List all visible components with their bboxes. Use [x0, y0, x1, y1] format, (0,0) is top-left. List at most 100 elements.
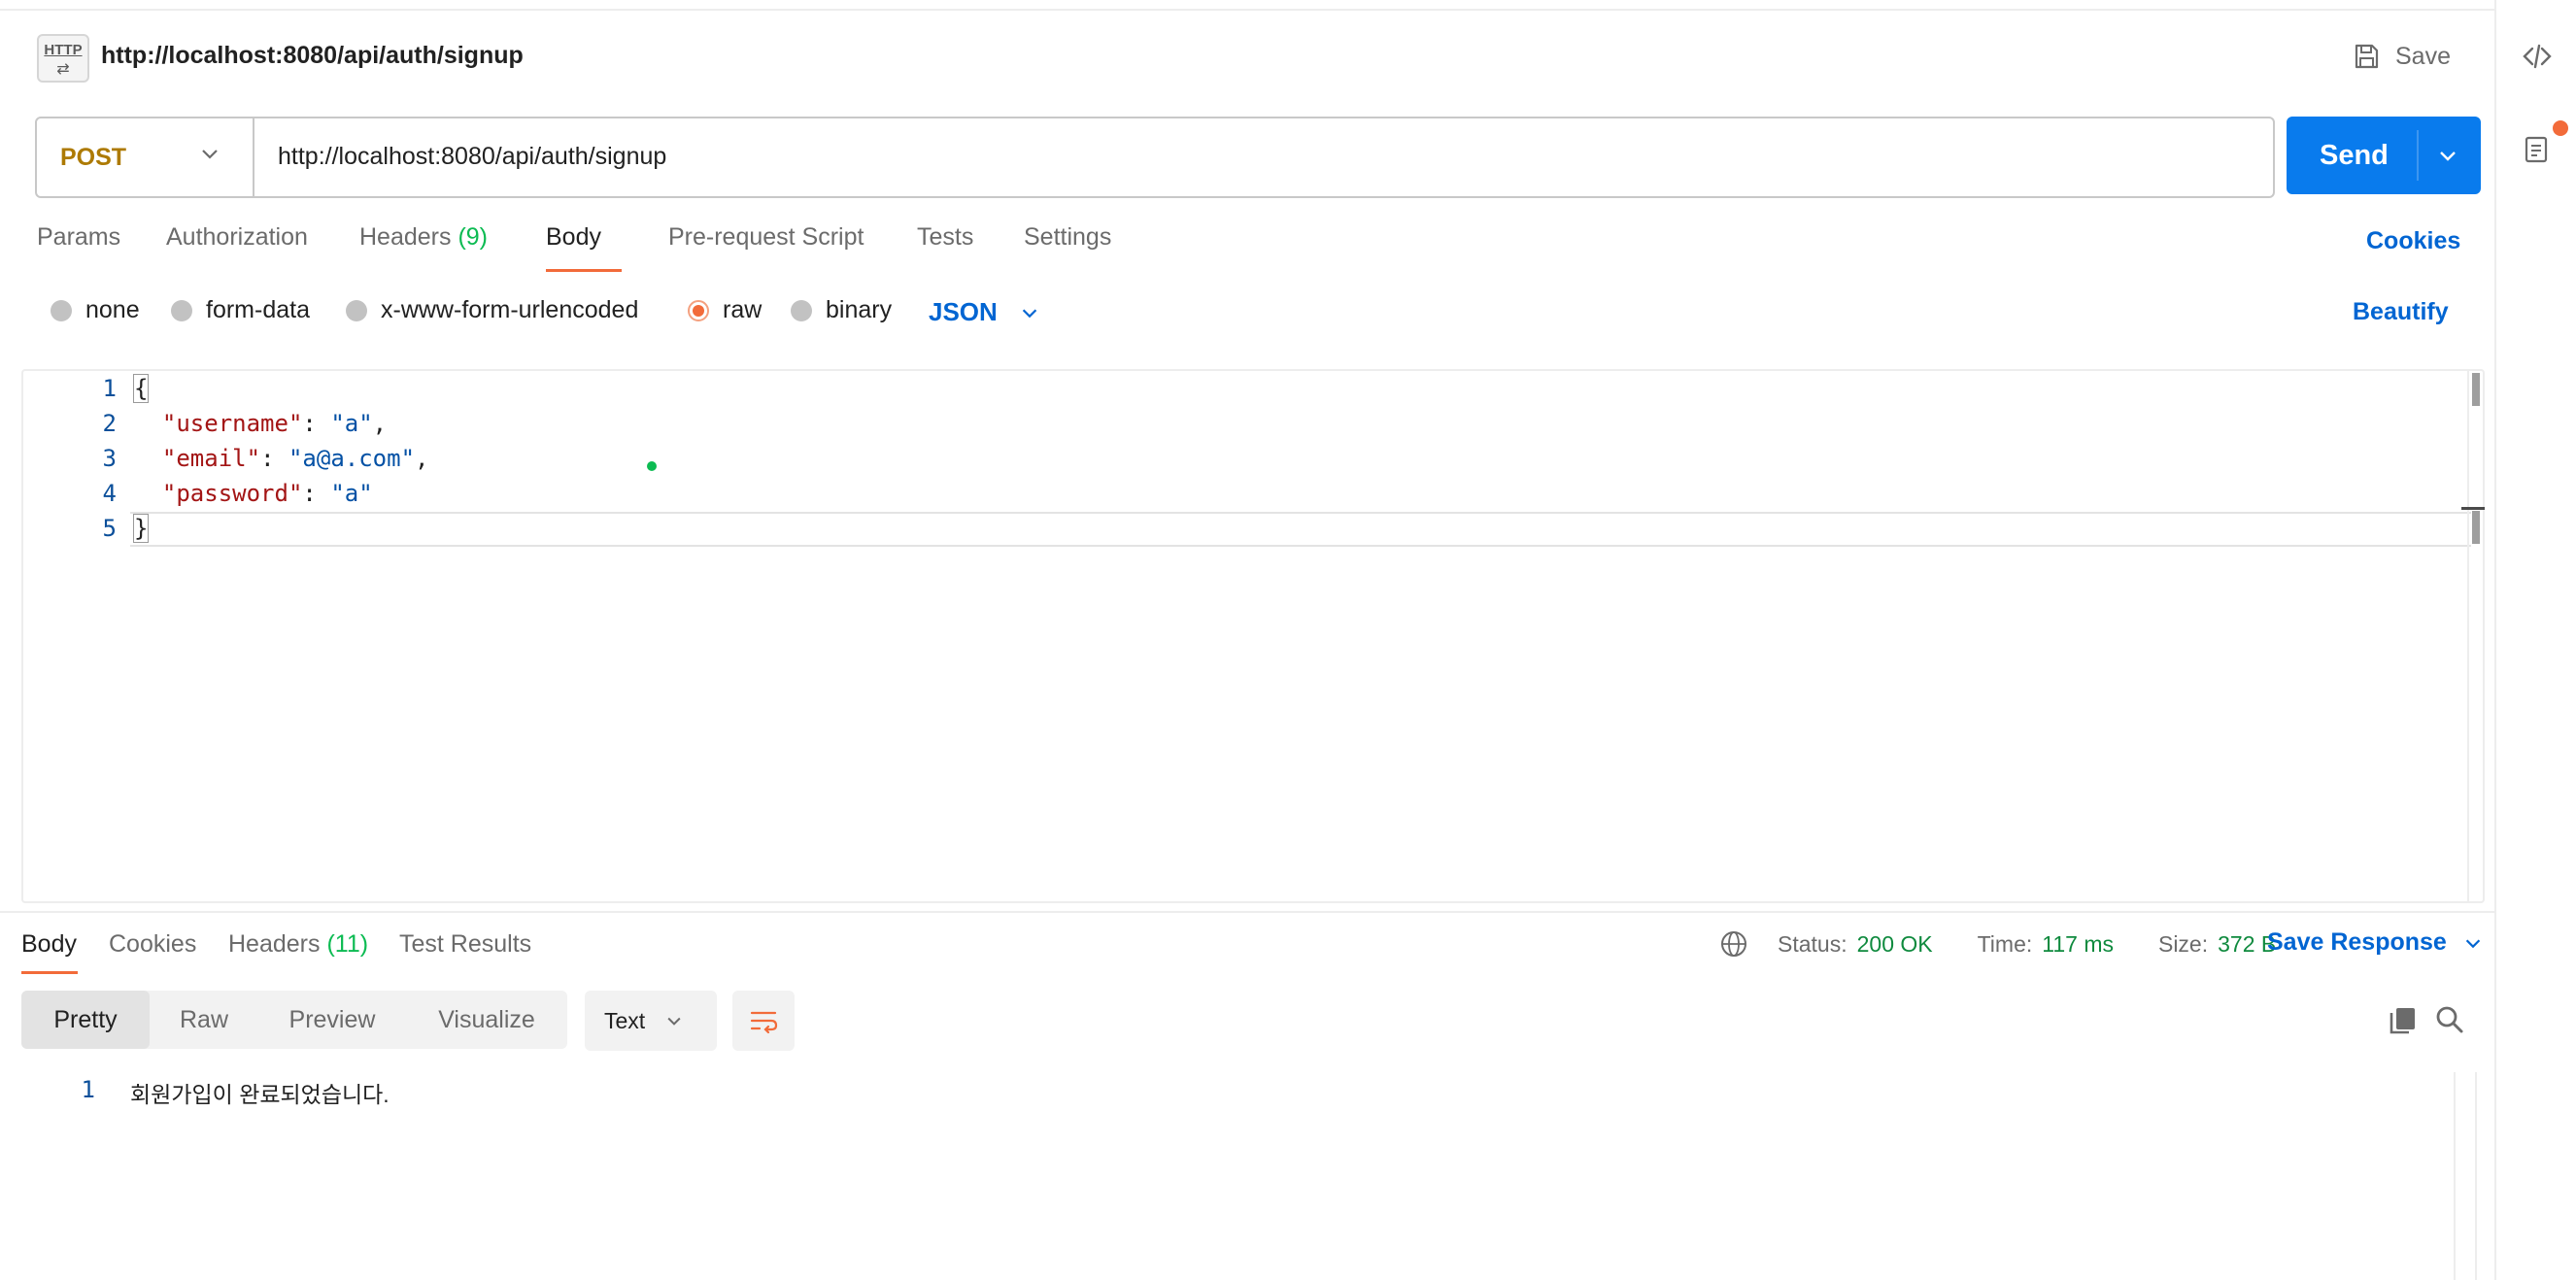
code-line-5: }: [132, 514, 150, 543]
json-key: "email": [161, 445, 261, 472]
editor-scrollbar[interactable]: [2467, 371, 2485, 901]
response-divider[interactable]: [0, 911, 2494, 913]
time-label: Time:: [1977, 930, 2033, 957]
radio-label: x-www-form-urlencoded: [381, 296, 639, 323]
headers-count: (9): [458, 223, 489, 251]
response-tab-headers[interactable]: Headers (11): [228, 930, 368, 959]
status-value[interactable]: 200 OK: [1857, 931, 1933, 958]
response-tab-cookies[interactable]: Cookies: [109, 930, 196, 959]
format-label: Text: [604, 1007, 646, 1033]
json-key: "username": [161, 410, 303, 437]
json-value: "a@a.com": [288, 445, 416, 472]
tab-params[interactable]: Params: [37, 223, 120, 252]
open-brace: {: [132, 374, 150, 403]
url-input[interactable]: http://localhost:8080/api/auth/signup: [278, 143, 666, 171]
response-scroll-edge: [2475, 1072, 2477, 1280]
url-bar: POST http://localhost:8080/api/auth/sign…: [35, 117, 2275, 198]
radio-urlencoded[interactable]: x-www-form-urlencoded: [346, 296, 638, 324]
save-response-label: Save Response: [2267, 928, 2447, 956]
json-comma: ,: [372, 410, 388, 437]
view-raw[interactable]: Raw: [150, 991, 258, 1049]
response-tab-body[interactable]: Body: [21, 930, 77, 959]
code-line-4: "password": "a": [134, 480, 373, 507]
json-colon: :: [302, 480, 331, 507]
send-label: Send: [2320, 140, 2389, 171]
code-line-3: "email": "a@a.com",: [134, 445, 429, 472]
response-active-tab-indicator: [21, 971, 78, 974]
radio-circle: [346, 299, 367, 321]
save-disk-icon: [2355, 44, 2379, 69]
tab-headers[interactable]: Headers (9): [359, 223, 488, 252]
json-colon: :: [260, 445, 288, 472]
code-icon[interactable]: [2516, 35, 2559, 78]
method-select[interactable]: POST: [37, 118, 254, 196]
radio-none[interactable]: none: [51, 296, 140, 324]
radio-label: none: [85, 296, 140, 323]
json-comma: ,: [415, 445, 429, 472]
beautify-link[interactable]: Beautify: [2353, 298, 2449, 326]
response-tab-test-results[interactable]: Test Results: [399, 930, 531, 959]
time-value[interactable]: 117 ms: [2042, 931, 2114, 958]
save-button[interactable]: Save: [2351, 35, 2451, 78]
line-number: 3: [102, 445, 117, 472]
scrollbar-thumb[interactable]: [2472, 373, 2480, 406]
radio-circle: [171, 299, 192, 321]
view-visualize[interactable]: Visualize: [406, 991, 567, 1049]
radio-label: binary: [826, 296, 893, 323]
right-sidebar: [2494, 0, 2576, 1280]
request-title[interactable]: http://localhost:8080/api/auth/signup: [101, 42, 524, 70]
save-response-button[interactable]: Save Response: [2267, 928, 2484, 957]
code-line-1: {: [132, 374, 150, 403]
tab-settings[interactable]: Settings: [1024, 223, 1111, 252]
status-label: Status:: [1778, 930, 1847, 957]
radio-raw[interactable]: raw: [688, 296, 762, 324]
response-format-select[interactable]: Text: [585, 991, 717, 1051]
wrap-lines-button[interactable]: [732, 991, 795, 1051]
close-brace: }: [132, 514, 150, 543]
send-divider: [2417, 130, 2419, 181]
language-label: JSON: [929, 297, 998, 326]
tab-authorization[interactable]: Authorization: [166, 223, 308, 252]
line-number: 1: [102, 375, 117, 402]
line-number: 5: [102, 515, 117, 542]
response-line-number: 1: [81, 1076, 95, 1103]
globe-icon[interactable]: [1719, 929, 1748, 959]
radio-circle: [51, 299, 72, 321]
response-view-switcher: Pretty Raw Preview Visualize: [21, 991, 567, 1049]
json-value: "a": [330, 480, 373, 507]
view-preview[interactable]: Preview: [258, 991, 406, 1049]
response-scroll-track[interactable]: [2454, 1072, 2456, 1280]
badge-label: HTTP: [44, 42, 83, 58]
line-number: 2: [102, 410, 117, 437]
search-icon[interactable]: [2432, 1002, 2467, 1037]
json-value: "a": [330, 410, 373, 437]
http-request-icon: HTTP ⇄: [37, 34, 89, 83]
top-border: [0, 0, 2494, 11]
radio-binary[interactable]: binary: [791, 296, 892, 324]
view-pretty[interactable]: Pretty: [21, 991, 150, 1049]
request-body-editor[interactable]: 1 2 3 4 5 { "username": "a", "email": "a…: [21, 369, 2485, 903]
scrollbar-cursor-marker: [2461, 507, 2485, 510]
scrollbar-thumb: [2472, 511, 2480, 544]
arrows-glyph: ⇄: [56, 61, 70, 78]
method-label: POST: [60, 144, 127, 171]
chevron-down-icon: [202, 150, 218, 159]
tab-body[interactable]: Body: [546, 223, 601, 252]
cookies-link[interactable]: Cookies: [2366, 227, 2460, 255]
copy-icon[interactable]: [2386, 1002, 2421, 1037]
chevron-down-icon: [1022, 308, 1037, 318]
chevron-down-icon: [667, 1017, 681, 1026]
language-select[interactable]: JSON: [929, 297, 1040, 327]
current-line-highlight: [130, 512, 2471, 547]
tab-prerequest-script[interactable]: Pre-request Script: [668, 223, 864, 252]
radio-circle-selected: [688, 299, 709, 321]
document-info-icon[interactable]: [2516, 128, 2559, 171]
send-button[interactable]: Send: [2287, 117, 2481, 194]
notification-dot: [2553, 120, 2568, 136]
radio-form-data[interactable]: form-data: [171, 296, 310, 324]
tab-tests[interactable]: Tests: [917, 223, 973, 252]
response-body-text[interactable]: 회원가입이 완료되었습니다.: [130, 1076, 390, 1109]
active-tab-indicator: [546, 269, 622, 272]
tab-headers-label: Headers: [359, 223, 452, 251]
chevron-down-icon[interactable]: [2436, 144, 2459, 167]
